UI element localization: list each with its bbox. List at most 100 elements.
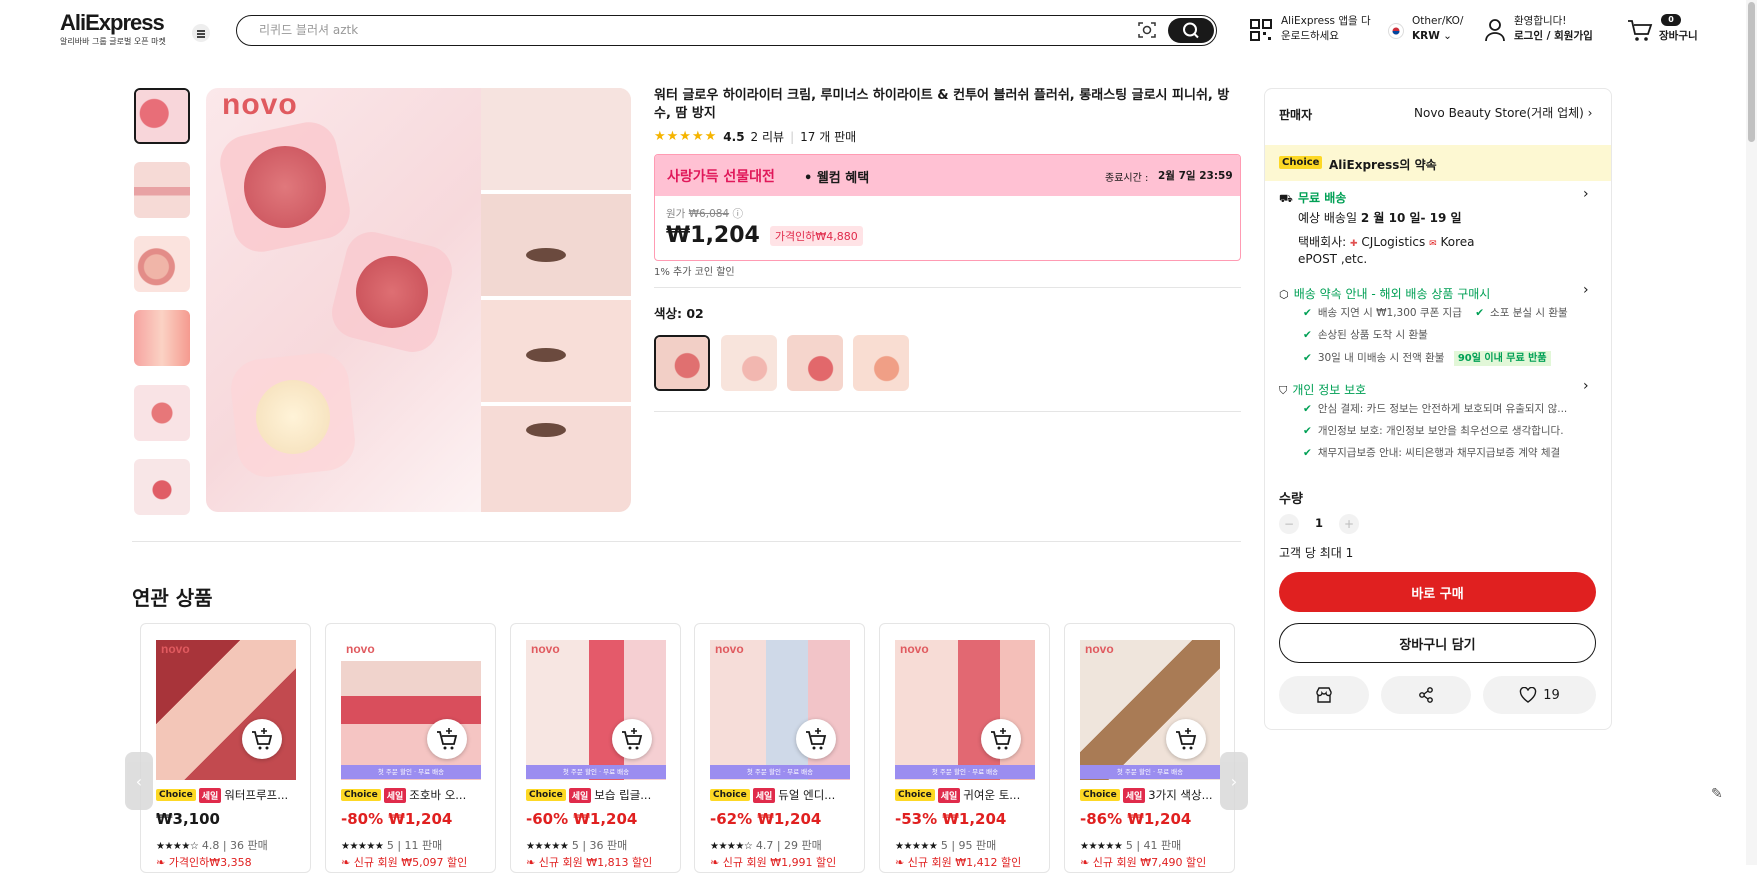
chevron-right-icon: ›	[1230, 771, 1238, 791]
related-product-card[interactable]: novo 첫 주문 할인 · 무료 배송 Choice 세일 보습 립글... -60% …	[510, 623, 681, 873]
color-option[interactable]	[787, 335, 843, 391]
korea-flag-icon	[1388, 23, 1404, 39]
related-product-image[interactable]: novo	[710, 640, 850, 780]
gallery-thumb[interactable]	[134, 236, 190, 292]
carousel-next-button[interactable]: ›	[1220, 752, 1248, 810]
end-time-label: 종료시간 :	[1105, 173, 1149, 184]
wishlist-button[interactable]: 19	[1483, 676, 1596, 714]
carrier-korea: Korea	[1440, 235, 1475, 249]
discount-percent: -53%	[895, 810, 938, 828]
add-to-cart-button[interactable]: 장바구니 담기	[1279, 623, 1596, 663]
add-to-cart-icon[interactable]	[796, 719, 836, 759]
rating-value: 5	[940, 839, 948, 852]
rating-value: 5	[386, 839, 394, 852]
star-rating-icon: ★★★★★	[895, 841, 938, 852]
color-option[interactable]	[654, 335, 710, 391]
color-option[interactable]	[721, 335, 777, 391]
add-to-cart-icon[interactable]	[242, 719, 282, 759]
related-product-tags: Choice 세일 워터프루프...	[156, 787, 288, 803]
review-count[interactable]: 2 리뷰	[751, 128, 785, 145]
quantity-value[interactable]: 1	[1315, 516, 1323, 530]
price-value: ₩1,204	[1127, 810, 1192, 828]
coin-discount-note: 1% 추가 코인 할인	[654, 267, 735, 278]
aliexpress-logo[interactable]: AliExpress	[60, 10, 165, 36]
sale-tag: 세일	[198, 787, 222, 803]
add-to-cart-icon[interactable]	[427, 719, 467, 759]
related-product-image[interactable]: novo	[156, 640, 296, 780]
price-value: ₩1,204	[942, 810, 1007, 828]
chevron-right-icon[interactable]: ›	[1583, 378, 1589, 394]
quantity-increase-button[interactable]: +	[1339, 514, 1359, 534]
add-to-cart-icon[interactable]	[981, 719, 1021, 759]
gallery-thumb[interactable]	[134, 162, 190, 218]
rating-row: ★★★★★ 4.5 2 리뷰 | 17 개 판매	[654, 128, 857, 145]
check-icon: ✔	[1303, 307, 1312, 319]
free-shipping-row[interactable]: ⛟ 무료 배송	[1279, 187, 1346, 207]
app-line2: 운로드하세요	[1281, 30, 1339, 42]
share-button[interactable]	[1381, 676, 1471, 714]
carrier-epost: ePOST ,etc.	[1298, 252, 1368, 266]
related-product-image[interactable]: novo	[895, 640, 1035, 780]
related-product-promo: ❧ 신규 회원 ₩7,490 할인	[1080, 854, 1206, 870]
related-product-card[interactable]: novo 첫 주문 할인 · 무료 배송 Choice 세일 조호바 오... -80% …	[325, 623, 496, 873]
rating-value: 4.7	[755, 839, 774, 852]
search-input[interactable]	[259, 23, 1059, 37]
chevron-right-icon[interactable]: ›	[1583, 186, 1589, 202]
share-icon	[1419, 687, 1433, 703]
privacy-row[interactable]: ⛉ 개인 정보 보호	[1279, 379, 1366, 398]
related-product-name: 3가지 색상...	[1148, 788, 1213, 802]
gallery-thumb[interactable]	[134, 385, 190, 441]
seller-name[interactable]: Novo Beauty Store(거래 업체) ›	[1414, 104, 1592, 121]
add-to-cart-icon[interactable]	[612, 719, 652, 759]
related-product-tags: Choice 세일 보습 립글...	[526, 787, 651, 803]
carousel-prev-button[interactable]: ‹	[125, 752, 153, 810]
gallery-thumb[interactable]	[134, 88, 190, 144]
related-product-promo: ❧ 신규 회원 ₩1,991 할인	[710, 854, 836, 870]
quantity-label: 수량	[1279, 492, 1303, 507]
color-option[interactable]	[853, 335, 909, 391]
store-button[interactable]	[1279, 676, 1369, 714]
delivery-estimate: 예상 배송일 2 월 10 일- 19 일	[1298, 209, 1462, 226]
related-product-card[interactable]: novo 첫 주문 할인 · 무료 배송 Choice 세일 귀여운 토... -53% …	[879, 623, 1050, 873]
quantity-decrease-button[interactable]: −	[1279, 514, 1299, 534]
buy-now-button[interactable]: 바로 구매	[1279, 572, 1596, 612]
first-order-banner: 첫 주문 할인 · 무료 배송	[895, 765, 1035, 779]
currency-label: KRW	[1412, 30, 1440, 42]
guarantee-row[interactable]: ⬡ 배송 약속 안내 - 해외 배송 상품 구매시	[1279, 283, 1490, 302]
locale-line1: Other/KO/	[1412, 15, 1464, 27]
related-product-card[interactable]: novo 첫 주문 할인 · 무료 배송 Choice 세일 3가지 색상... -86%…	[1064, 623, 1235, 873]
store-icon	[1316, 687, 1332, 703]
promo-text: 신규 회원 ₩1,813 할인	[538, 856, 653, 869]
scrollbar[interactable]	[1746, 0, 1757, 865]
add-to-cart-icon[interactable]	[1166, 719, 1206, 759]
end-time: 2월 7일 23:59	[1158, 170, 1233, 182]
guarantee-title: 배송 약속 안내 - 해외 배송 상품 구매시	[1293, 287, 1491, 301]
check-icon: ✔	[1303, 329, 1312, 341]
login-link[interactable]: 로그인 / 회원가입	[1514, 30, 1593, 42]
first-order-banner: 첫 주문 할인 · 무료 배송	[526, 765, 666, 779]
gallery-thumb[interactable]	[134, 310, 190, 366]
image-search-icon[interactable]	[1137, 21, 1157, 39]
related-product-card[interactable]: novo 첫 주문 할인 · 무료 배송 Choice 세일 듀얼 엔디... -62% …	[694, 623, 865, 873]
related-product-image[interactable]: novo	[1080, 640, 1220, 780]
gallery-thumb[interactable]	[134, 459, 190, 515]
related-product-name: 보습 립글...	[594, 788, 652, 802]
account-line1: 환영합니다!	[1514, 15, 1567, 27]
choice-tag: Choice	[710, 789, 750, 801]
related-product-card[interactable]: novo Choice 세일 워터프루프... ₩3,100 ★★★★☆ 4.8 | 3…	[140, 623, 311, 873]
chevron-right-icon[interactable]: ›	[1583, 282, 1589, 298]
check-icon: ✔	[1303, 447, 1312, 459]
brand-logo: novo	[346, 642, 375, 656]
menu-icon[interactable]	[192, 24, 210, 42]
info-icon[interactable]: ⓘ	[732, 208, 743, 220]
related-product-image[interactable]: novo	[526, 640, 666, 780]
promo-suffix: • 웰컴 혜택	[804, 171, 870, 186]
main-product-image[interactable]: novo	[206, 88, 631, 512]
search-button[interactable]	[1168, 18, 1214, 43]
promo-banner: 사랑가득 선물대전 • 웰컴 혜택 종료시간 : 2월 7일 23:59	[655, 155, 1240, 196]
sold-count: 29 판매	[784, 839, 822, 852]
edit-icon[interactable]: ✎	[1711, 786, 1731, 806]
sold-count: 41 판매	[1143, 839, 1182, 852]
related-product-image[interactable]: novo	[341, 640, 481, 780]
rating-value: 5	[571, 839, 579, 852]
